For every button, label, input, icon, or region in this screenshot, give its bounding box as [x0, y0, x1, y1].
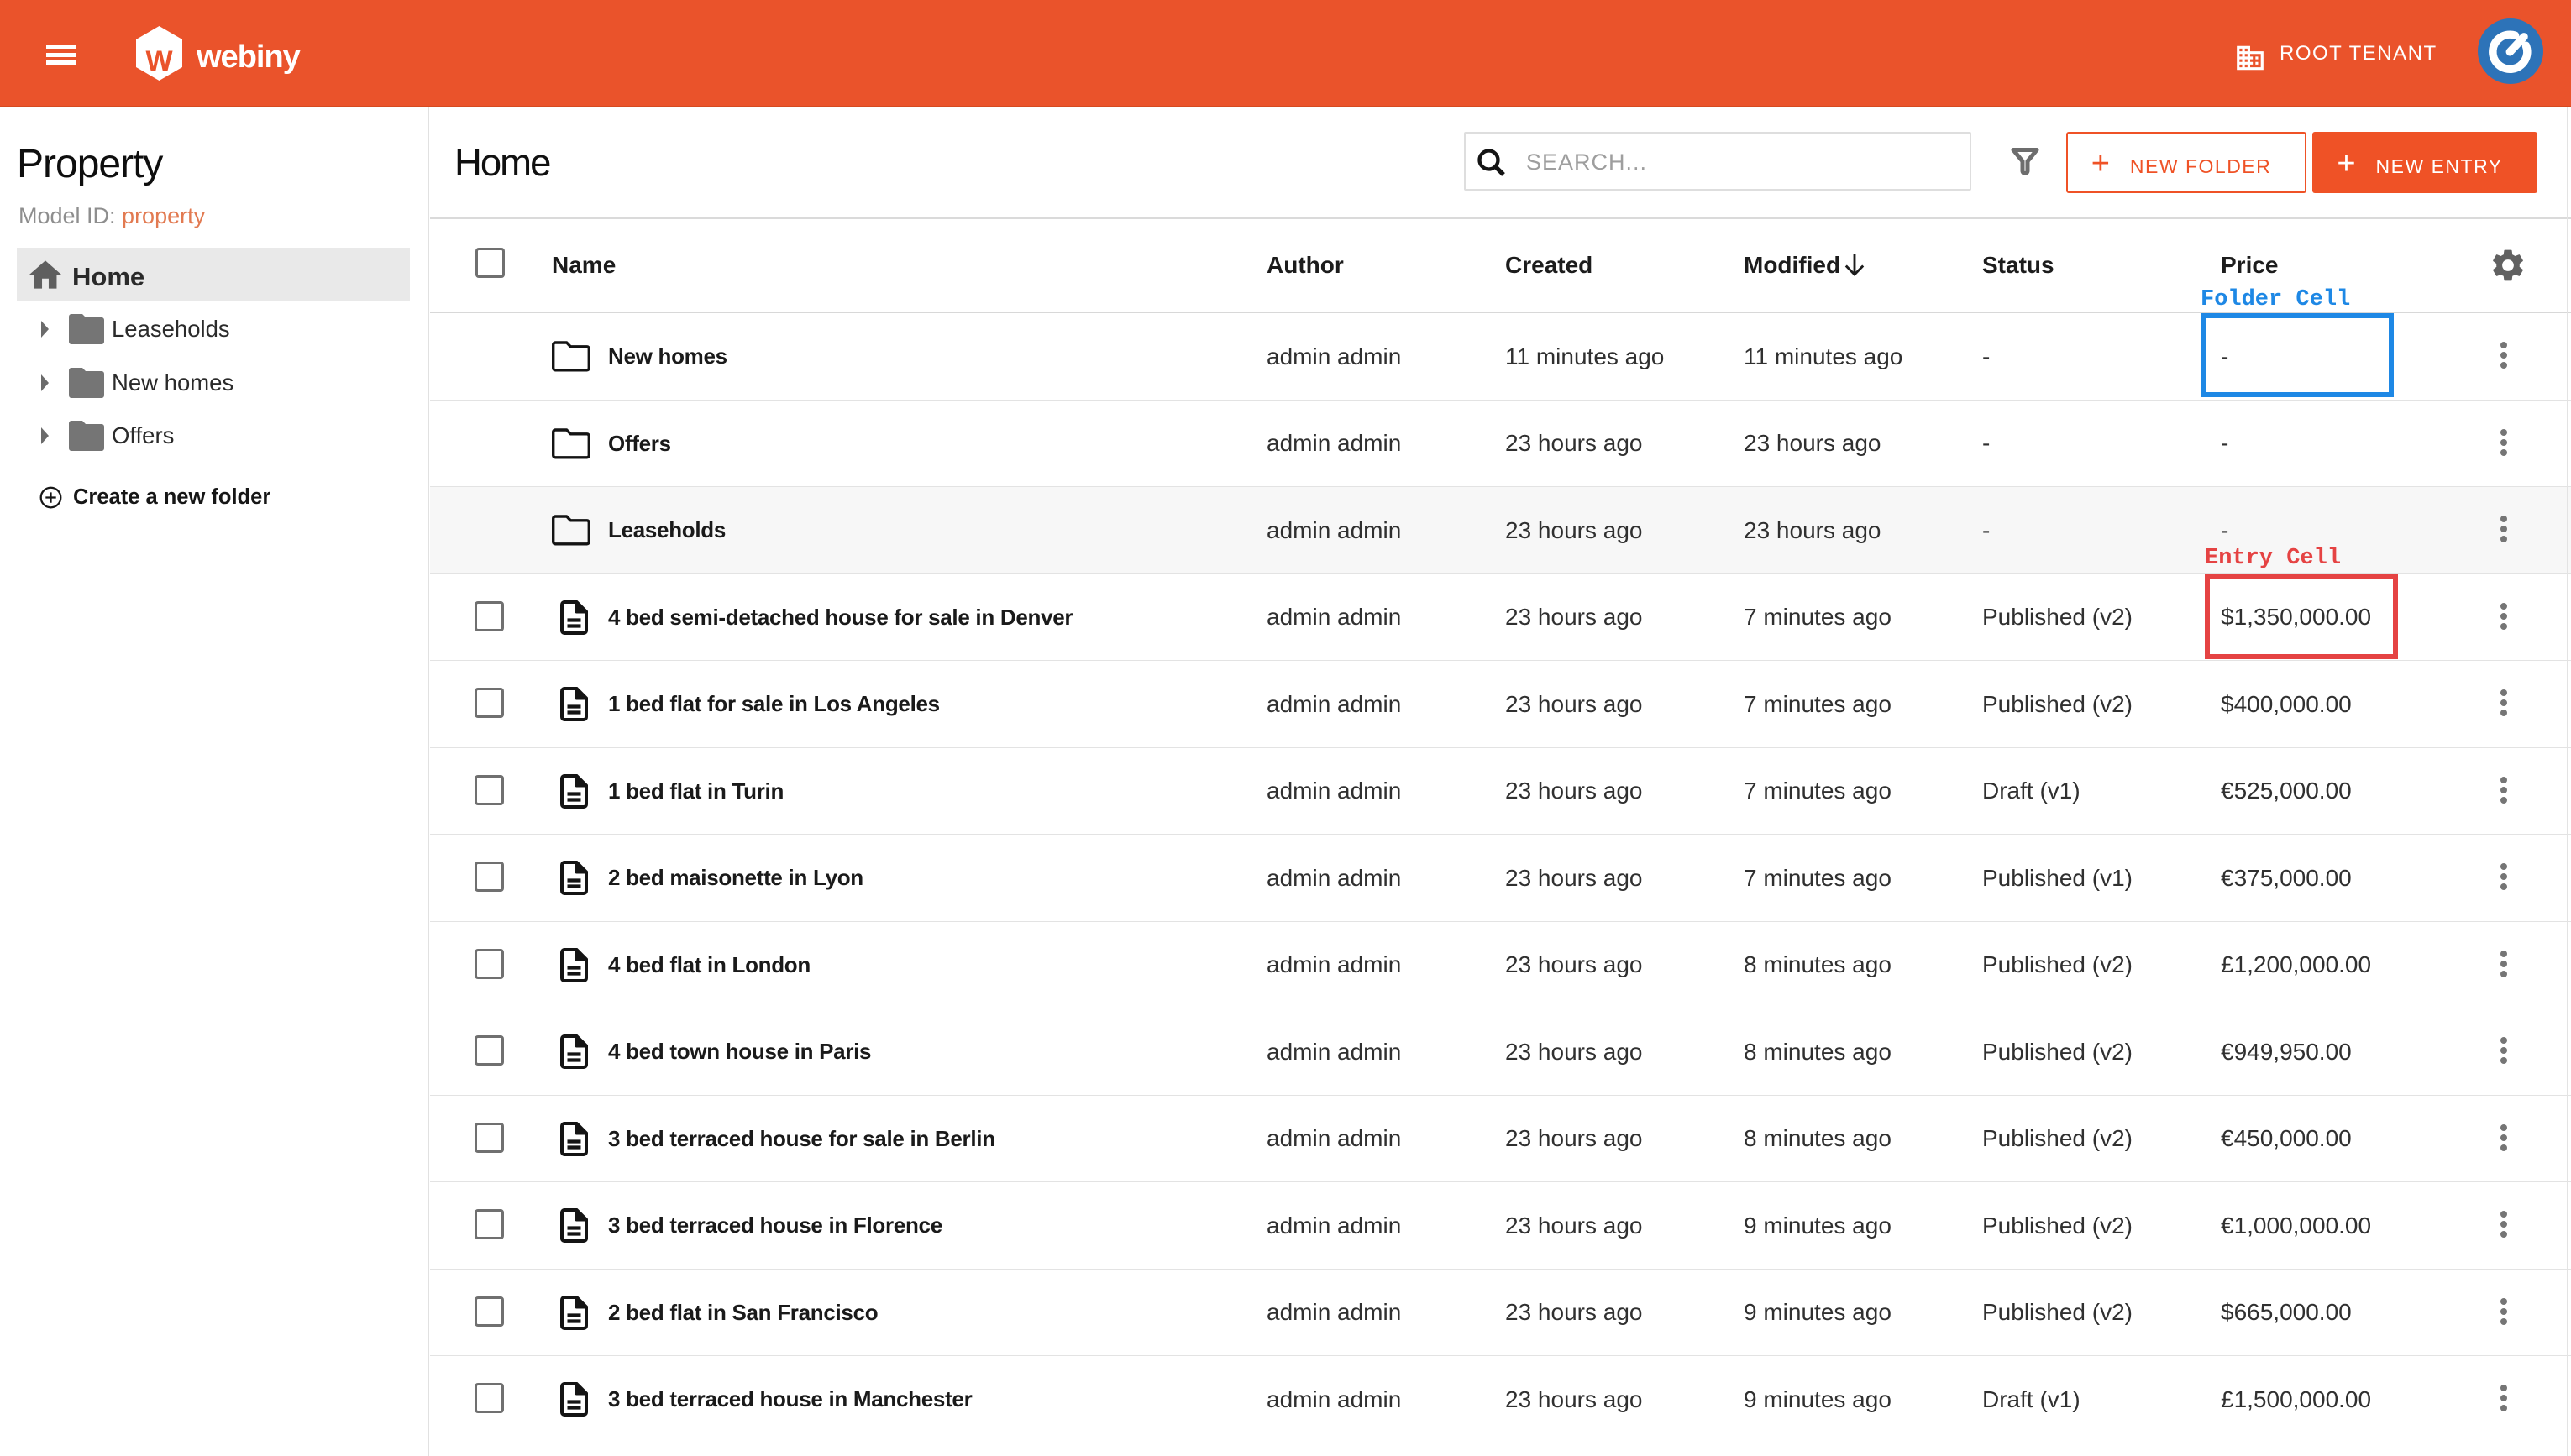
svg-text:W: W — [145, 45, 173, 77]
